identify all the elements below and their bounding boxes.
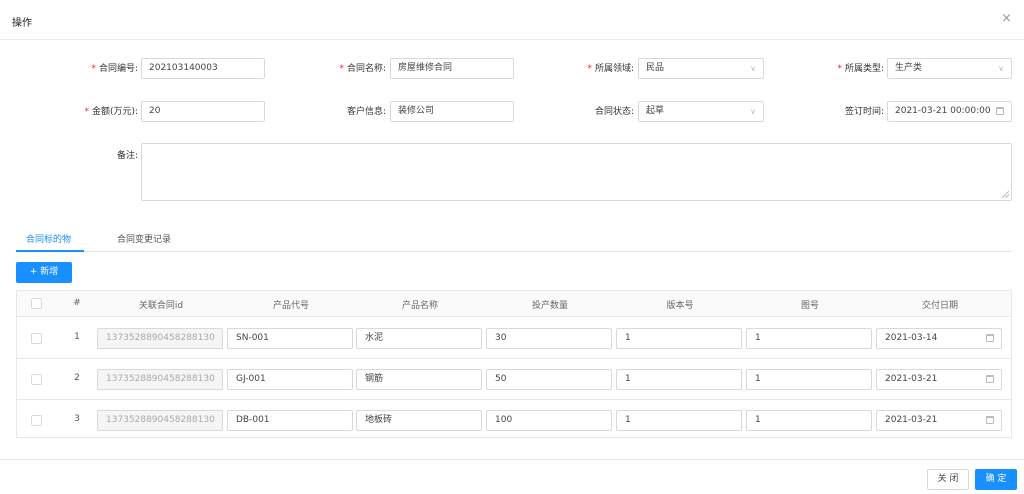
amount-label: * 金额(万元):	[84, 107, 138, 117]
close-icon[interactable]: ×	[1001, 12, 1012, 25]
close-button[interactable]: 关 闭	[927, 469, 969, 490]
chevron-down-icon: ∨	[750, 107, 756, 116]
contract-no-label: * 合同编号:	[91, 64, 138, 74]
row-checkbox[interactable]	[31, 415, 42, 426]
tab-active-indicator	[16, 250, 84, 252]
quantity-input[interactable]: 100	[486, 410, 612, 431]
items-table: # 关联合同id 产品代号 产品名称 投产数量 版本号 图号 交付日期 1 13…	[16, 290, 1012, 438]
customer-label: 客户信息:	[346, 107, 386, 117]
version-input[interactable]: 1	[616, 410, 742, 431]
dialog-footer: 关 闭 确 定	[0, 459, 1024, 494]
contract-name-input[interactable]: 房屋维修合同	[390, 58, 514, 79]
calendar-icon	[986, 375, 994, 383]
confirm-button[interactable]: 确 定	[975, 469, 1017, 490]
drawing-input[interactable]: 1	[746, 369, 872, 390]
column-header: 产品名称	[401, 301, 438, 311]
table-header: # 关联合同id 产品代号 产品名称 投产数量 版本号 图号 交付日期	[17, 291, 1011, 317]
product-name-input[interactable]: 水泥	[356, 328, 482, 349]
calendar-icon	[986, 334, 994, 342]
remark-label: 备注:	[116, 151, 138, 161]
operation-dialog: 操作 × * 合同编号: 202103140003 * 合同名称: 房屋维修合同 *…	[0, 0, 1024, 494]
product-name-input[interactable]: 钢筋	[356, 369, 482, 390]
type-select[interactable]: 生产类 ∨	[887, 58, 1012, 79]
column-header: 产品代号	[272, 301, 309, 311]
product-code-input[interactable]: SN-001	[227, 328, 353, 349]
status-select[interactable]: 起草 ∨	[638, 101, 764, 122]
delivery-date-picker[interactable]: 2021-03-21	[876, 410, 1002, 431]
table-row: 1 1373528890458288130 SN-001 水泥 30 1 1 2…	[17, 318, 1011, 359]
table-row: 3 1373528890458288130 DB-001 地板砖 100 1 1…	[17, 400, 1011, 441]
resize-grip-icon[interactable]	[1002, 191, 1009, 198]
remark-textarea[interactable]	[141, 143, 1012, 201]
domain-select[interactable]: 民品 ∨	[638, 58, 764, 79]
sign-time-label: 签订时间:	[844, 107, 884, 117]
row-index: 2	[74, 373, 80, 383]
delivery-date-picker[interactable]: 2021-03-14	[876, 328, 1002, 349]
contract-id-cell: 1373528890458288130	[97, 328, 223, 349]
drawing-input[interactable]: 1	[746, 410, 872, 431]
product-code-input[interactable]: GJ-001	[227, 369, 353, 390]
dialog-title: 操作	[12, 18, 32, 29]
type-label: * 所属类型:	[837, 64, 884, 74]
column-header: 版本号	[666, 301, 694, 311]
calendar-icon	[996, 107, 1004, 115]
chevron-down-icon: ∨	[750, 64, 756, 73]
row-checkbox[interactable]	[31, 374, 42, 385]
dialog-header: 操作 ×	[0, 0, 1024, 40]
amount-input[interactable]: 20	[141, 101, 265, 122]
contract-no-input[interactable]: 202103140003	[141, 58, 265, 79]
sign-time-picker[interactable]: 2021-03-21 00:00:00	[887, 101, 1012, 122]
quantity-input[interactable]: 30	[486, 328, 612, 349]
table-row: 2 1373528890458288130 GJ-001 钢筋 50 1 1 2…	[17, 359, 1011, 400]
tabs-bar: 合同标的物 合同变更记录	[16, 226, 1012, 252]
tab-change-records[interactable]: 合同变更记录	[117, 232, 171, 245]
column-header: #	[73, 298, 81, 308]
drawing-input[interactable]: 1	[746, 328, 872, 349]
contract-id-cell: 1373528890458288130	[97, 369, 223, 390]
status-label: 合同状态:	[594, 107, 634, 117]
version-input[interactable]: 1	[616, 328, 742, 349]
product-code-input[interactable]: DB-001	[227, 410, 353, 431]
select-all-checkbox[interactable]	[31, 298, 42, 309]
row-index: 1	[74, 332, 80, 342]
column-header: 图号	[800, 301, 819, 311]
version-input[interactable]: 1	[616, 369, 742, 390]
delivery-date-picker[interactable]: 2021-03-21	[876, 369, 1002, 390]
row-checkbox[interactable]	[31, 333, 42, 344]
customer-input[interactable]: 装修公司	[390, 101, 514, 122]
calendar-icon	[986, 416, 994, 424]
add-button[interactable]: + 新增	[16, 262, 72, 283]
quantity-input[interactable]: 50	[486, 369, 612, 390]
product-name-input[interactable]: 地板砖	[356, 410, 482, 431]
domain-label: * 所属领域:	[587, 64, 634, 74]
contract-name-label: * 合同名称:	[339, 64, 386, 74]
column-header: 投产数量	[531, 301, 568, 311]
contract-id-cell: 1373528890458288130	[97, 410, 223, 431]
column-header: 交付日期	[921, 301, 958, 311]
column-header: 关联合同id	[138, 301, 184, 311]
chevron-down-icon: ∨	[998, 64, 1004, 73]
row-index: 3	[74, 414, 80, 424]
tab-contract-items[interactable]: 合同标的物	[26, 232, 71, 245]
